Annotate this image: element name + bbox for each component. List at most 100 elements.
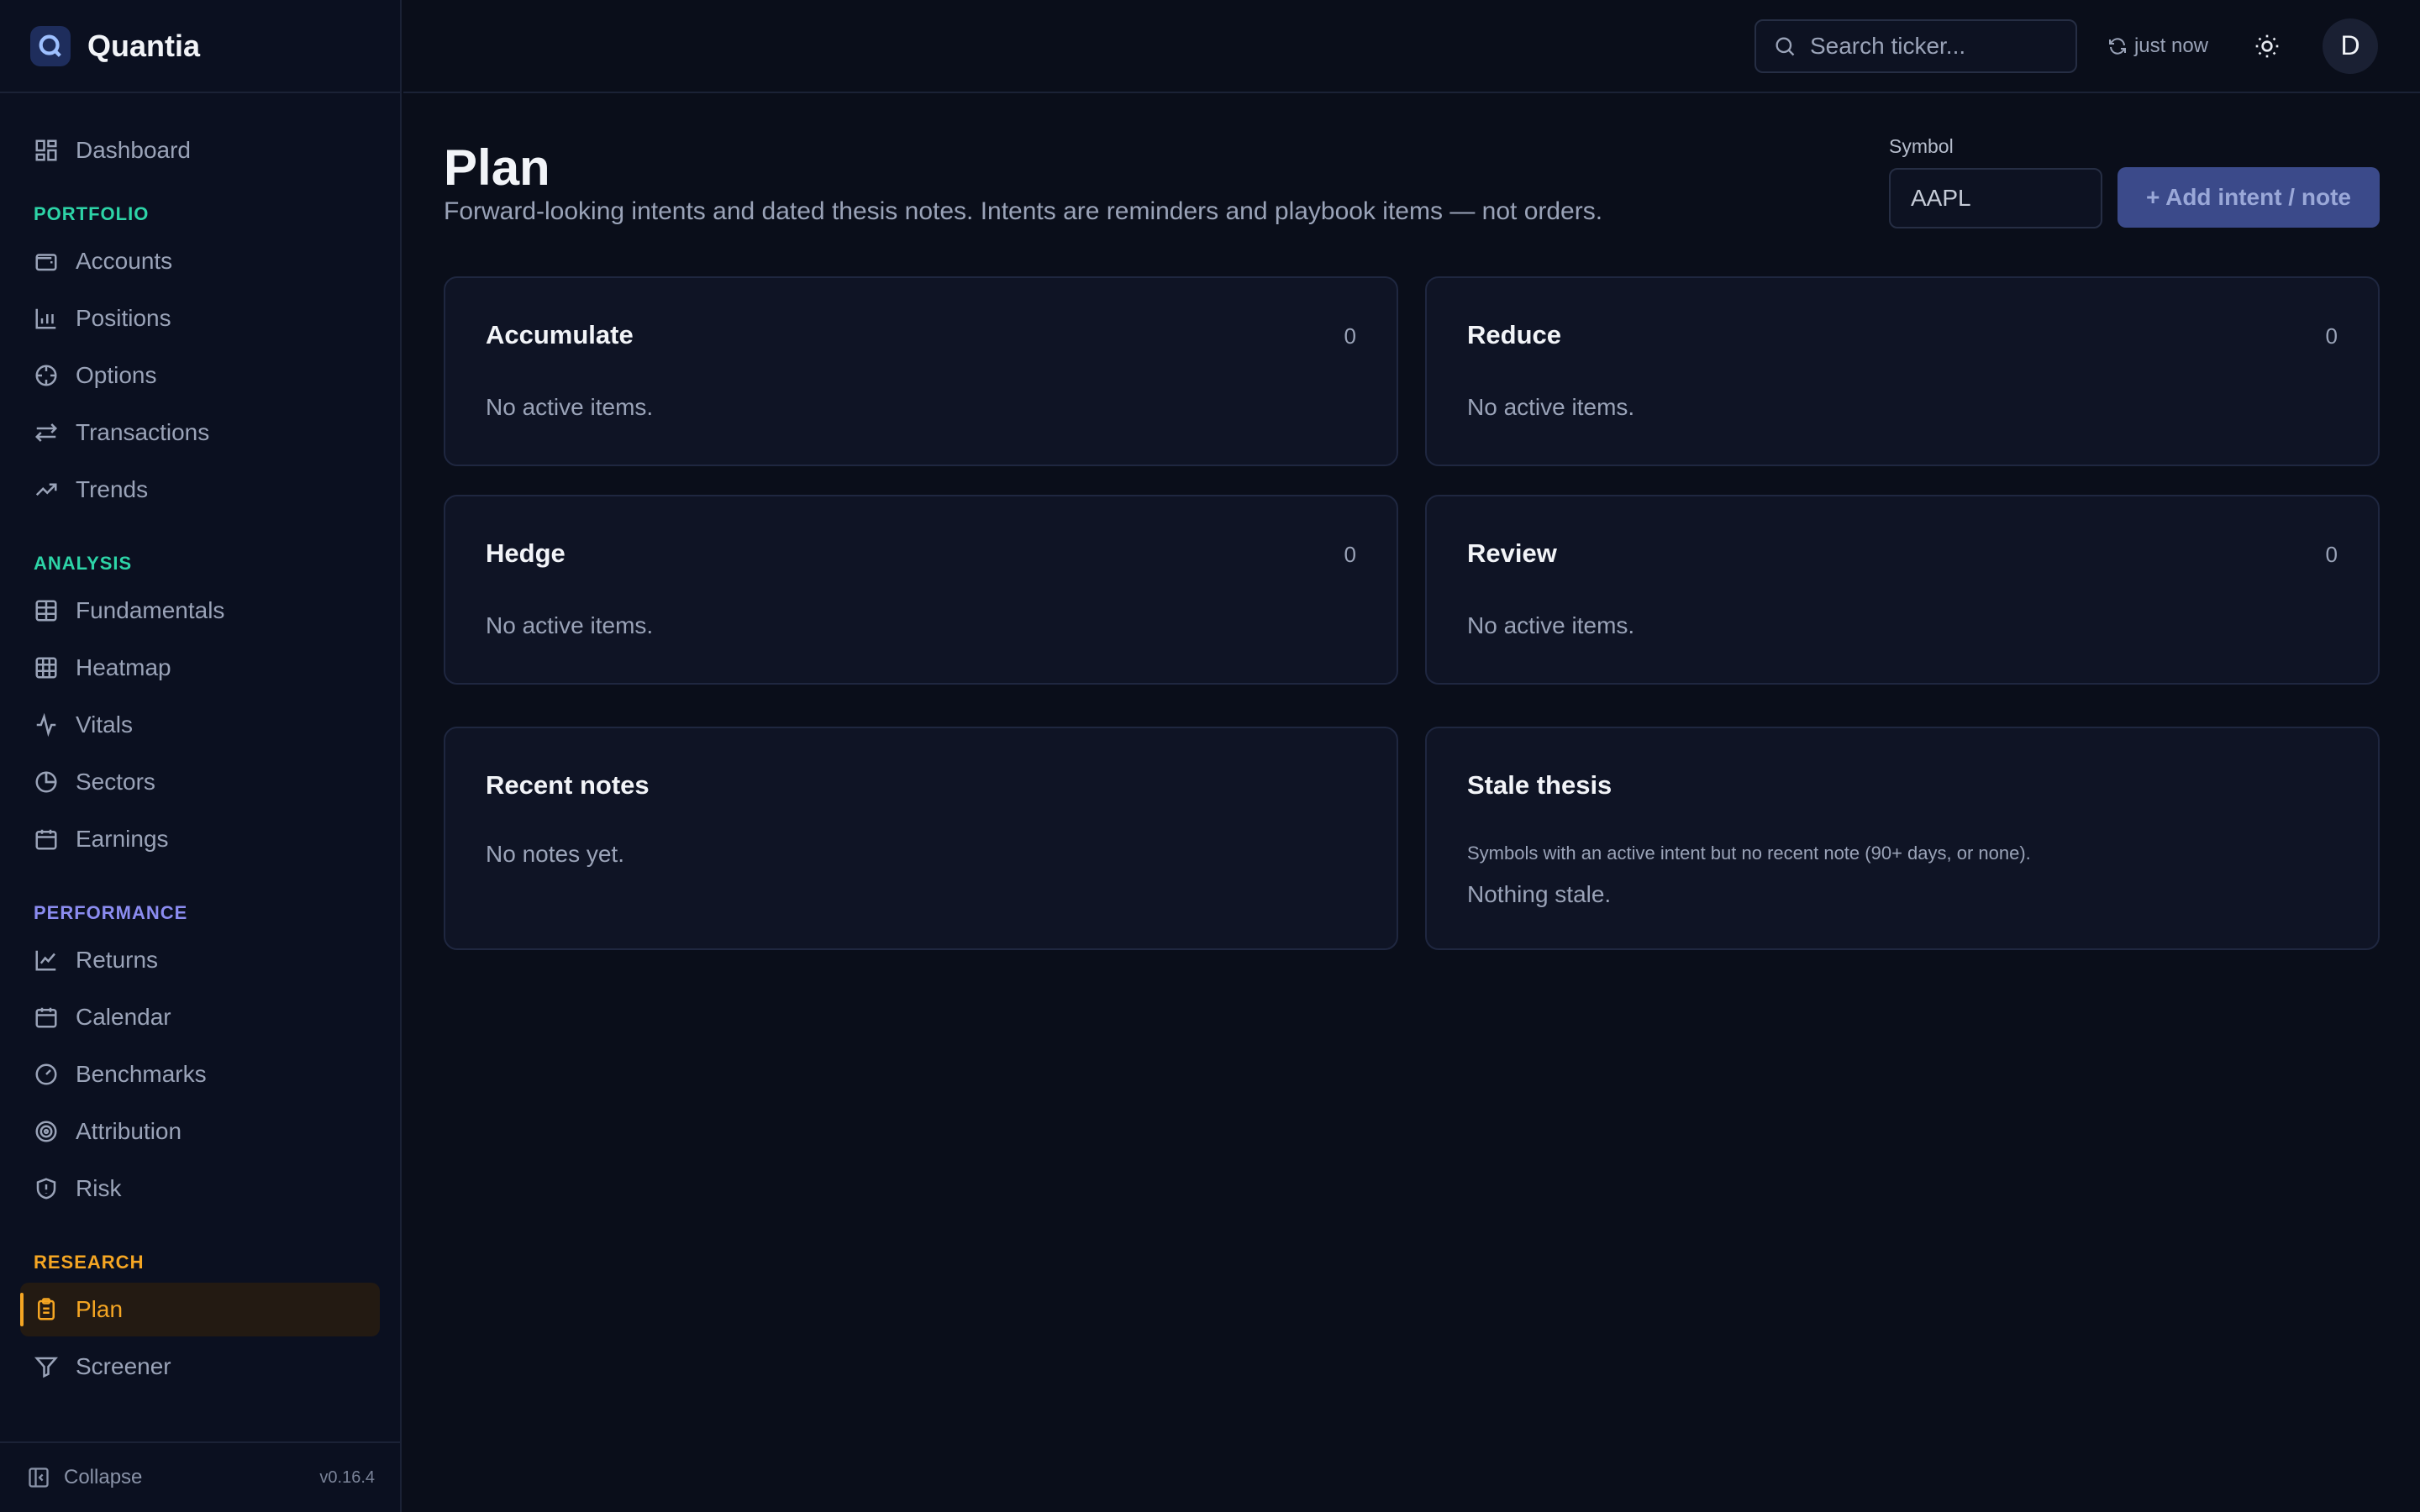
card-count: 0: [1344, 542, 1356, 567]
target-icon: [35, 1121, 57, 1142]
symbol-label: Symbol: [1889, 135, 1954, 157]
topbar: just now D: [403, 0, 2420, 93]
refresh-icon: [2108, 37, 2126, 55]
shield-icon: [36, 1178, 56, 1200]
card-description: Symbols with an active intent but no rec…: [1467, 843, 2031, 864]
card-empty-text: No active items.: [486, 394, 654, 420]
calendar-icon: [35, 1007, 57, 1028]
sidebar-item-label: Calendar: [76, 1004, 171, 1030]
wallet-icon: [35, 254, 57, 271]
collapse-sidebar-icon: [29, 1467, 49, 1488]
sidebar-item-label: Returns: [76, 947, 159, 973]
sidebar-item-label: Plan: [76, 1296, 124, 1322]
sidebar-item-accounts[interactable]: Accounts: [20, 234, 380, 288]
sidebar-item-positions[interactable]: Positions: [20, 291, 380, 345]
avatar[interactable]: D: [2323, 18, 2378, 74]
sidebar-item-label: Heatmap: [76, 654, 171, 680]
card-stale-thesis: Stale thesis Symbols with an active inte…: [1425, 727, 2380, 950]
sidebar-item-sectors[interactable]: Sectors: [20, 755, 380, 809]
page-subtitle: Forward-looking intents and dated thesis…: [444, 197, 1603, 225]
pie-chart-icon: [35, 771, 57, 793]
sidebar-item-earnings[interactable]: Earnings: [20, 812, 380, 866]
pulse-icon: [36, 712, 56, 738]
refresh-button[interactable]: just now: [2107, 34, 2208, 58]
card-count: 0: [2325, 323, 2338, 349]
card-review: Review 0 No active items.: [1425, 495, 2380, 685]
collapse-label: Collapse: [64, 1466, 143, 1488]
bar-chart-icon: [35, 308, 56, 329]
clipboard-icon: [38, 1298, 55, 1320]
brand[interactable]: Quantia: [0, 0, 400, 93]
section-label-analysis: ANALYSIS: [34, 553, 133, 574]
search-box[interactable]: [1754, 18, 2077, 73]
filter-icon: [34, 1357, 59, 1378]
sidebar-item-label: Options: [76, 362, 157, 388]
sidebar-item-calendar[interactable]: Calendar: [20, 990, 380, 1044]
card-title: Recent notes: [486, 770, 650, 800]
table-icon: [35, 600, 57, 622]
sidebar-item-label: Vitals: [76, 711, 133, 738]
card-title: Stale thesis: [1467, 770, 1612, 800]
section-label-performance: PERFORMANCE: [34, 902, 188, 923]
app-version: v0.16.4: [319, 1467, 375, 1487]
app-name: Quantia: [87, 28, 201, 63]
sidebar-item-label: Risk: [76, 1175, 122, 1201]
sidebar-item-label: Dashboard: [76, 137, 191, 163]
card-title: Hedge: [486, 538, 566, 568]
card-title: Reduce: [1467, 320, 1561, 349]
sidebar-item-options[interactable]: Options: [20, 349, 380, 402]
card-empty-text: No notes yet.: [486, 841, 624, 867]
page-title: Plan: [444, 139, 550, 196]
quantia-logo-icon: [30, 25, 71, 66]
card-reduce: Reduce 0 No active items.: [1425, 276, 2380, 466]
trending-up-icon: [35, 483, 57, 496]
card-title: Accumulate: [486, 320, 634, 349]
search-input[interactable]: [1809, 32, 2045, 60]
card-hedge: Hedge 0 No active items.: [444, 495, 1398, 685]
theme-toggle-button[interactable]: [2252, 31, 2282, 61]
calendar-icon: [35, 829, 57, 850]
add-intent-note-button[interactable]: + Add intent / note: [2118, 167, 2380, 228]
sidebar-item-trends[interactable]: Trends: [20, 463, 380, 517]
sidebar-nav: Dashboard PORTFOLIO Accounts Positions O…: [0, 93, 400, 1394]
sidebar-item-returns[interactable]: Returns: [20, 933, 380, 987]
sidebar-item-label: Trends: [76, 476, 149, 502]
refresh-label: just now: [2133, 34, 2208, 57]
sidebar-item-heatmap[interactable]: Heatmap: [20, 641, 380, 695]
sidebar-item-label: Earnings: [76, 826, 169, 852]
sun-icon: [2255, 34, 2279, 57]
sidebar-item-label: Positions: [76, 305, 171, 331]
section-label-research: RESEARCH: [34, 1252, 145, 1273]
gauge-icon: [35, 1063, 57, 1085]
card-count: 0: [1344, 323, 1356, 349]
arrows-swap-icon: [34, 423, 58, 442]
collapse-button[interactable]: Collapse: [27, 1466, 319, 1489]
sidebar-item-label: Screener: [76, 1353, 171, 1379]
sidebar-item-fundamentals[interactable]: Fundamentals: [20, 584, 380, 638]
card-empty-text: Nothing stale.: [1467, 881, 1612, 907]
sidebar-item-label: Transactions: [76, 419, 210, 445]
sidebar-item-label: Accounts: [76, 248, 173, 274]
sidebar-footer: Collapse v0.16.4: [0, 1441, 402, 1512]
sidebar-item-benchmarks[interactable]: Benchmarks: [20, 1047, 380, 1101]
card-empty-text: No active items.: [486, 612, 654, 638]
symbol-field-group: Symbol: [1889, 135, 2102, 228]
sidebar-item-vitals[interactable]: Vitals: [20, 698, 380, 752]
symbol-input[interactable]: [1889, 168, 2102, 228]
sidebar: Quantia Dashboard PORTFOLIO Accounts Pos…: [0, 0, 402, 1512]
sidebar-item-label: Attribution: [76, 1118, 182, 1144]
sidebar-item-dashboard[interactable]: Dashboard: [20, 123, 380, 177]
search-icon: [1776, 37, 1795, 55]
sidebar-item-transactions[interactable]: Transactions: [20, 406, 380, 459]
line-chart-icon: [35, 950, 56, 971]
card-title: Review: [1467, 538, 1557, 568]
card-recent-notes: Recent notes No notes yet.: [444, 727, 1398, 950]
sidebar-item-risk[interactable]: Risk: [20, 1162, 380, 1215]
sidebar-item-screener[interactable]: Screener: [20, 1340, 380, 1394]
card-empty-text: No active items.: [1467, 612, 1635, 638]
card-empty-text: No active items.: [1467, 394, 1635, 420]
sidebar-item-plan[interactable]: Plan: [20, 1283, 380, 1336]
sidebar-item-label: Fundamentals: [76, 597, 225, 623]
sidebar-item-attribution[interactable]: Attribution: [20, 1105, 380, 1158]
section-label-portfolio: PORTFOLIO: [34, 203, 150, 224]
